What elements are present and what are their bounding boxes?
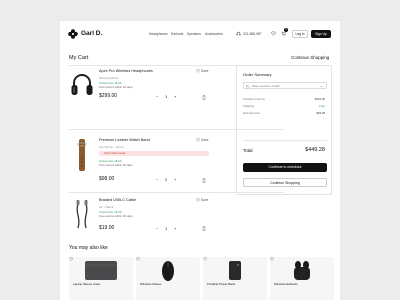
cart-count-badge: 1 bbox=[284, 28, 288, 32]
item-variant: 2m • Black bbox=[99, 205, 114, 209]
brand-name[interactable]: Garl D. bbox=[81, 30, 102, 37]
quantity-value: 2 bbox=[165, 177, 168, 182]
checkout-button[interactable]: Continue to checkout bbox=[243, 163, 327, 172]
nav-speakers[interactable]: Speakers bbox=[187, 32, 201, 36]
heart-icon[interactable] bbox=[196, 198, 200, 202]
product-card[interactable]: Wireless Earbuds bbox=[270, 257, 334, 300]
tax-label: Estimated tax bbox=[243, 111, 260, 115]
quantity-stepper: − 1 + bbox=[156, 94, 178, 100]
item-name[interactable]: Apex Pro Wireless Headphones bbox=[99, 69, 153, 73]
trash-icon[interactable] bbox=[202, 95, 206, 100]
decrement-button[interactable]: − bbox=[156, 94, 158, 99]
promo-code-placeholder: Have a promo code? bbox=[252, 84, 280, 88]
decrement-button[interactable]: − bbox=[156, 226, 158, 231]
power-bank-image bbox=[229, 261, 241, 280]
quantity-stepper: − 1 + bbox=[156, 226, 178, 232]
save-for-later-button[interactable]: Save bbox=[201, 198, 209, 202]
logo-icon[interactable] bbox=[68, 29, 78, 39]
decrement-button[interactable]: − bbox=[156, 177, 158, 182]
low-stock-warning: Only 2 left in stock bbox=[99, 151, 209, 156]
returns-info: Free returns within 30 days bbox=[99, 85, 133, 89]
trash-icon[interactable] bbox=[202, 226, 206, 231]
watch-band-thumbnail bbox=[77, 139, 87, 171]
nav-earbuds[interactable]: Earbuds bbox=[171, 32, 183, 36]
headset-icon bbox=[236, 31, 241, 36]
product-name: Portable Power Bank bbox=[207, 282, 236, 286]
tag-icon bbox=[246, 84, 250, 89]
heart-icon[interactable] bbox=[69, 257, 73, 261]
recommendations-title: You may also like bbox=[69, 245, 108, 251]
product-name: Wireless Earbuds bbox=[274, 282, 298, 286]
heart-icon[interactable] bbox=[271, 31, 276, 36]
login-button[interactable]: Log in bbox=[292, 30, 308, 38]
item-name[interactable]: Braided USB-C Cable bbox=[99, 198, 136, 202]
nav-accessories[interactable]: Accessories bbox=[205, 32, 223, 36]
returns-info: Free returns within 30 days bbox=[99, 163, 133, 167]
increment-button[interactable]: + bbox=[174, 177, 176, 182]
divider bbox=[243, 140, 327, 141]
signup-button[interactable]: Sign Up bbox=[311, 30, 331, 38]
laptop-sleeve-image bbox=[85, 261, 117, 280]
support-phone[interactable]: 221-658-987 bbox=[243, 32, 262, 36]
returns-info: Free returns within 30 days bbox=[99, 214, 133, 218]
product-card[interactable]: Portable Power Bank bbox=[203, 257, 267, 300]
item-price: $98.00 bbox=[99, 176, 115, 182]
item-variant: Midnight Black bbox=[99, 76, 119, 80]
order-summary-title: Order Summary bbox=[243, 72, 272, 77]
product-card[interactable]: Laptop Sleeve Case bbox=[69, 257, 133, 300]
tax-value: $33.28 bbox=[316, 111, 325, 115]
subtotal-value: $416.00 bbox=[314, 97, 325, 101]
cart-item: Braided USB-C Cable 2m • Black Arrives D… bbox=[69, 198, 284, 252]
product-card[interactable]: Wireless Mouse bbox=[136, 257, 200, 300]
wireless-mouse-image bbox=[162, 261, 174, 281]
item-price: $299.00 bbox=[99, 93, 118, 99]
page-title: My Cart bbox=[69, 55, 89, 61]
total-label: Total bbox=[243, 148, 253, 153]
increment-button[interactable]: + bbox=[174, 94, 176, 99]
usb-cable-thumbnail bbox=[76, 200, 88, 229]
total-value: $449.28 bbox=[305, 147, 325, 153]
order-summary-panel: Order Summary Have a promo code? Subtota… bbox=[236, 65, 332, 195]
promo-code-field[interactable]: Have a promo code? bbox=[243, 82, 327, 89]
subtotal-label: Subtotal (3 items) bbox=[243, 97, 265, 101]
heart-icon[interactable] bbox=[196, 138, 200, 142]
site-header: Garl D. Headphones Earbuds Speakers Acce… bbox=[60, 21, 340, 48]
product-name: Laptop Sleeve Case bbox=[73, 282, 101, 286]
nav-headphones[interactable]: Headphones bbox=[149, 32, 168, 36]
cart-page: Garl D. Headphones Earbuds Speakers Acce… bbox=[60, 21, 340, 300]
item-variant: Tan Brown • 42mm bbox=[99, 145, 125, 149]
quantity-stepper: − 2 + bbox=[156, 177, 178, 183]
item-name[interactable]: Premium Leather Watch Band bbox=[99, 138, 150, 142]
heart-icon[interactable] bbox=[270, 257, 274, 261]
continue-shopping-button[interactable]: Continue Shopping bbox=[243, 178, 327, 187]
shipping-value: Free bbox=[319, 104, 325, 108]
shipping-label: Shipping bbox=[243, 104, 254, 108]
headphones-thumbnail bbox=[71, 74, 93, 95]
save-for-later-button[interactable]: Save bbox=[201, 138, 209, 142]
item-price: $19.00 bbox=[99, 225, 115, 231]
increment-button[interactable]: + bbox=[174, 226, 176, 231]
chevron-down-icon bbox=[320, 85, 323, 88]
product-name: Wireless Mouse bbox=[140, 282, 162, 286]
quantity-value: 1 bbox=[165, 226, 168, 231]
heart-icon[interactable] bbox=[136, 257, 140, 261]
heart-icon[interactable] bbox=[196, 69, 200, 73]
wireless-earbuds-image bbox=[294, 261, 310, 280]
heart-icon[interactable] bbox=[203, 257, 207, 261]
save-for-later-button[interactable]: Save bbox=[201, 69, 209, 73]
quantity-value: 1 bbox=[165, 94, 168, 99]
continue-shopping-link[interactable]: Continue Shopping bbox=[291, 55, 329, 60]
trash-icon[interactable] bbox=[202, 178, 206, 183]
